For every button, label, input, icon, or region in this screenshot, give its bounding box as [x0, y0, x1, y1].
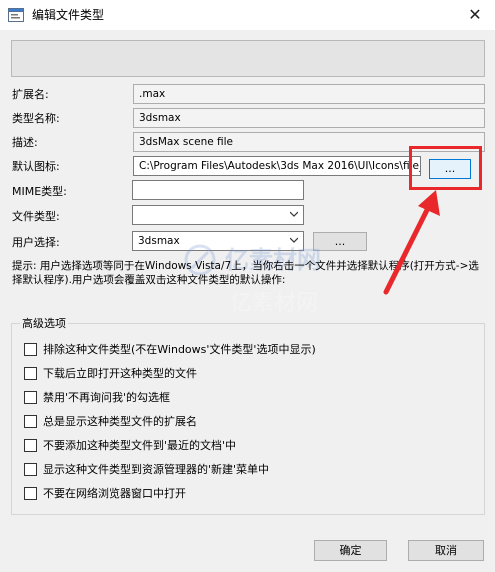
- checkbox[interactable]: [24, 487, 37, 500]
- type-name-label: 类型名称:: [12, 112, 60, 125]
- option-label: 不要在网络浏览器窗口中打开: [43, 487, 186, 500]
- checkbox[interactable]: [24, 439, 37, 452]
- checkbox[interactable]: [24, 367, 37, 380]
- chevron-down-icon: [290, 211, 298, 217]
- app-icon: [8, 8, 24, 22]
- default-icon-label: 默认图标:: [12, 160, 60, 173]
- option-always-show-extension[interactable]: 总是显示这种类型文件的扩展名: [24, 414, 354, 430]
- file-type-select[interactable]: [132, 205, 304, 225]
- type-name-field[interactable]: 3dsmax: [133, 108, 485, 128]
- option-no-browser-open[interactable]: 不要在网络浏览器窗口中打开: [24, 486, 354, 502]
- option-label: 显示这种文件类型到资源管理器的'新建'菜单中: [43, 463, 270, 476]
- annotation-highlight-box: [409, 146, 482, 190]
- mime-type-label: MIME类型:: [12, 185, 67, 198]
- checkbox[interactable]: [24, 343, 37, 356]
- file-type-banner: [11, 40, 485, 77]
- annotation-arrow-icon: [383, 190, 440, 295]
- user-choice-label: 用户选择:: [12, 236, 60, 249]
- extension-label: 扩展名:: [12, 88, 49, 101]
- option-label: 下载后立即打开这种类型的文件: [43, 367, 197, 380]
- checkbox[interactable]: [24, 415, 37, 428]
- window-title: 编辑文件类型: [32, 8, 105, 22]
- svg-text:亿素材网: 亿素材网: [230, 291, 318, 316]
- mime-type-field[interactable]: [132, 180, 304, 200]
- advanced-options-title: 高级选项: [20, 317, 68, 330]
- option-no-recent-docs[interactable]: 不要添加这种类型文件到'最近的文档'中: [24, 438, 354, 454]
- description-label: 描述:: [12, 136, 38, 149]
- option-label: 禁用'不再询问我'的勾选框: [43, 391, 171, 404]
- option-label: 不要添加这种类型文件到'最近的文档'中: [43, 439, 237, 452]
- option-label: 总是显示这种类型文件的扩展名: [43, 415, 197, 428]
- file-type-label: 文件类型:: [12, 210, 60, 223]
- extension-field: .max: [133, 84, 485, 104]
- option-disable-dont-ask[interactable]: 禁用'不再询问我'的勾选框: [24, 390, 354, 406]
- option-show-in-new-menu[interactable]: 显示这种文件类型到资源管理器的'新建'菜单中: [24, 462, 354, 478]
- checkbox[interactable]: [24, 463, 37, 476]
- option-exclude-type[interactable]: 排除这种文件类型(不在Windows'文件类型'选项中显示): [24, 342, 354, 358]
- default-icon-path-field[interactable]: C:\Program Files\Autodesk\3ds Max 2016\U…: [133, 156, 421, 176]
- ok-button[interactable]: 确定: [314, 540, 387, 561]
- close-icon[interactable]: ✕: [462, 3, 488, 27]
- checkbox[interactable]: [24, 391, 37, 404]
- option-open-after-download[interactable]: 下载后立即打开这种类型的文件: [24, 366, 354, 382]
- option-label: 排除这种文件类型(不在Windows'文件类型'选项中显示): [43, 343, 316, 356]
- cancel-button[interactable]: 取消: [408, 540, 484, 561]
